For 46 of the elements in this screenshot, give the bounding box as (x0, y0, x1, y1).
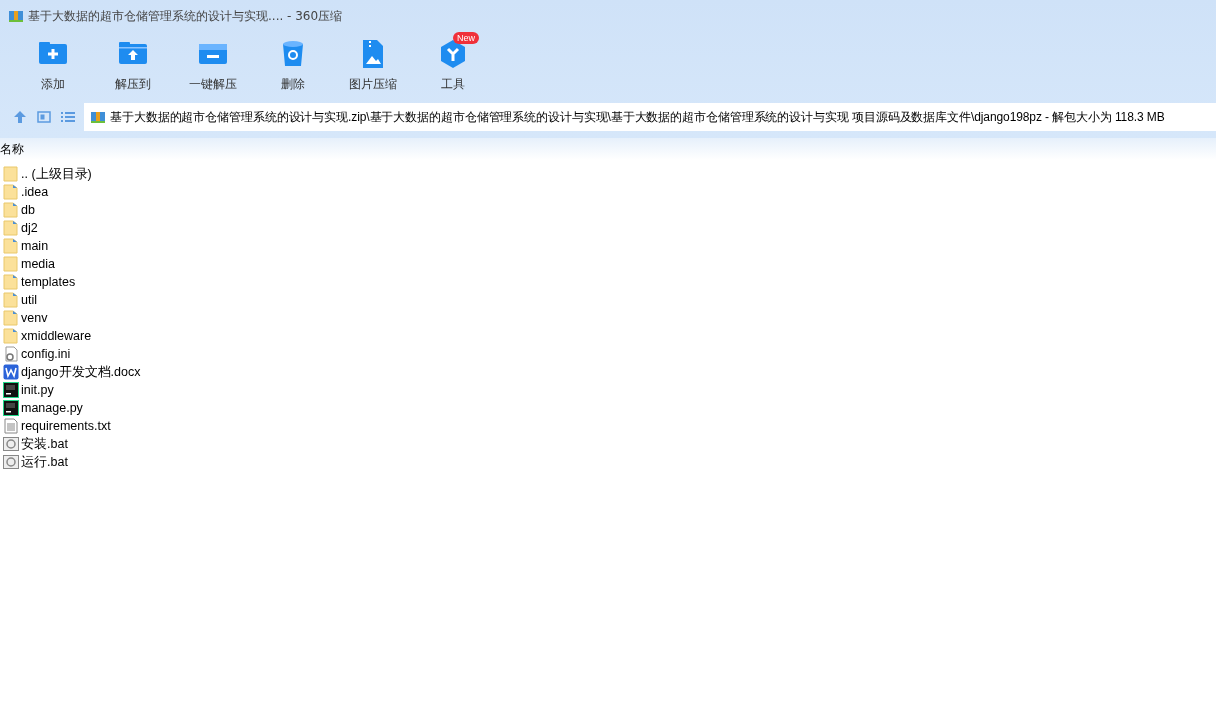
file-name[interactable]: .. (上级目录) (21, 165, 92, 183)
folder-icon (3, 292, 19, 308)
toolbar-button[interactable]: 一键解压 (173, 32, 253, 102)
view-icon[interactable] (36, 109, 52, 125)
folder-icon (3, 202, 19, 218)
document-icon (3, 364, 19, 380)
folder-icon (3, 274, 19, 290)
folder-icon (3, 310, 19, 326)
toolbar-button[interactable]: 图片压缩 (333, 32, 413, 102)
archive-icon (8, 8, 24, 24)
folder-icon (3, 238, 19, 254)
folder-icon (3, 184, 19, 200)
toolbar-button[interactable]: 解压到 (93, 32, 173, 102)
up-arrow-icon[interactable] (12, 109, 28, 125)
column-header[interactable]: 名称 (0, 140, 24, 158)
file-name[interactable]: templates (21, 275, 76, 289)
file-name[interactable]: dj2 (21, 221, 38, 235)
folder-icon (3, 256, 19, 272)
file-name[interactable]: db (21, 203, 35, 217)
text-file-icon (3, 418, 19, 434)
file-name[interactable]: .idea (21, 185, 49, 199)
file-name[interactable]: 运行.bat (21, 453, 68, 471)
toolbar-button[interactable]: 添加 (13, 32, 93, 102)
file-name[interactable]: util (21, 293, 37, 307)
file-name[interactable]: django开发文档.docx (21, 363, 141, 381)
ide-file-icon (3, 382, 19, 398)
file-name[interactable]: xmiddleware (21, 329, 92, 343)
folder-icon (3, 166, 19, 182)
file-name[interactable]: config.ini (21, 347, 71, 361)
file-name[interactable]: init.py (21, 383, 54, 397)
file-name[interactable]: requirements.txt (21, 419, 111, 433)
toolbar-button[interactable]: 删除 (253, 32, 333, 102)
file-name[interactable]: media (21, 257, 56, 271)
folder-icon (3, 220, 19, 236)
window-title: 基于大数据的超市仓储管理系统的设计与实现.... - 360压缩 (28, 7, 343, 25)
ide-file-icon (3, 400, 19, 416)
new-badge: New (453, 32, 479, 44)
file-name[interactable]: main (21, 239, 49, 253)
file-name[interactable]: manage.py (21, 401, 83, 415)
archive-icon (90, 109, 106, 125)
address-bar[interactable]: 基于大数据的超市仓储管理系统的设计与实现.zip\基于大数据的超市仓储管理系统的设计与实现\基于大数据的超市仓储管理系统的设计与实现 项目源码及数据库文件\django198pz - 解包大小为 118.3 MB (84, 103, 1216, 131)
list-view-icon[interactable] (60, 109, 76, 125)
file-name[interactable]: 安装.bat (21, 435, 68, 453)
file-name[interactable]: venv (21, 311, 48, 325)
toolbar-button[interactable]: New 工具 (413, 32, 493, 102)
folder-icon (3, 328, 19, 344)
